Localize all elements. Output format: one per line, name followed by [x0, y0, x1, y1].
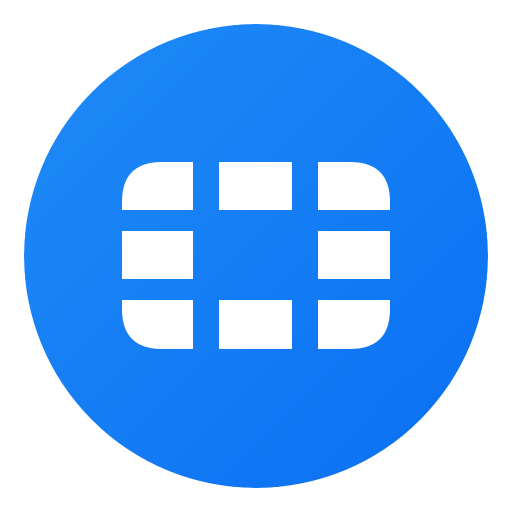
app-icon-button[interactable] [24, 24, 488, 488]
fortinet-logo-icon [24, 24, 488, 488]
icon-background-circle [24, 24, 488, 488]
logo-block-bottom-middle [219, 300, 292, 349]
icon-canvas [0, 0, 512, 512]
logo-block-middle-left [122, 231, 193, 279]
logo-block-top-middle [219, 162, 292, 210]
logo-block-middle-right [318, 231, 390, 279]
